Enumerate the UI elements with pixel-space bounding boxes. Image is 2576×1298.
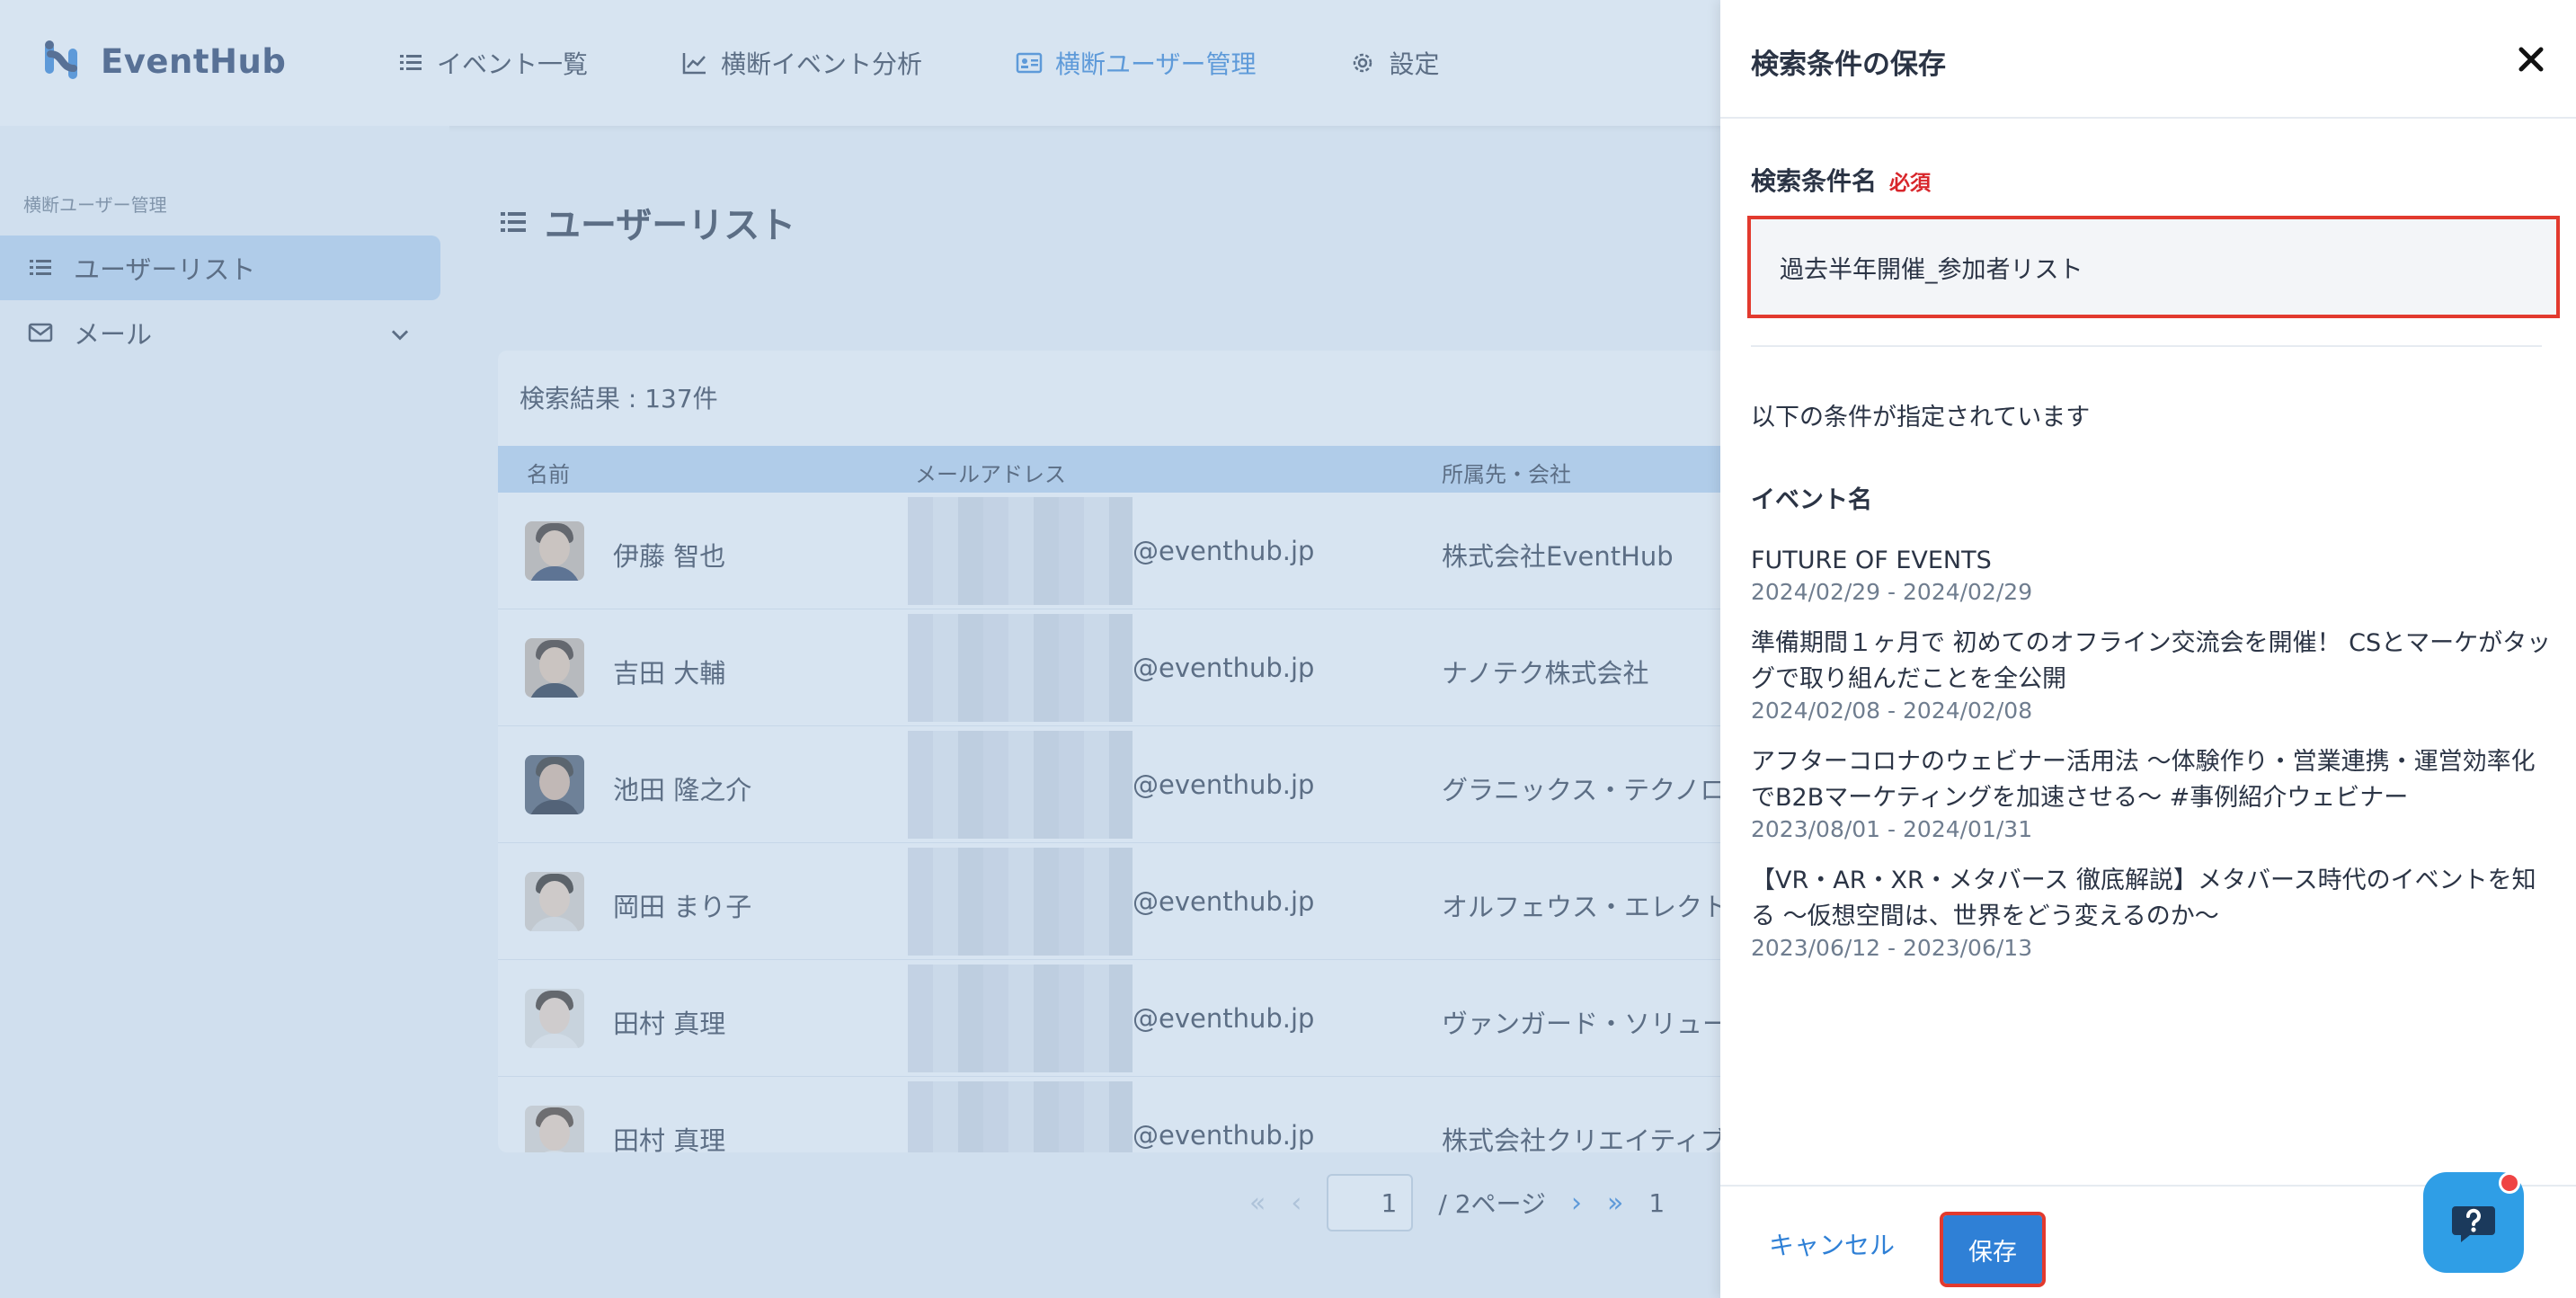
event-item-date: 2023/08/01 - 2024/01/31 [1751,816,2033,842]
event-name-heading: イベント名 [1751,486,1872,514]
event-item-date: 2024/02/08 - 2024/02/08 [1751,698,2033,724]
event-item-date: 2024/02/29 - 2024/02/29 [1751,579,2033,605]
event-item: 準備期間１ヶ月で 初めてのオフライン交流会を開催！ CSとマーケがタッグで取り組… [1751,626,2556,725]
event-item-name: 【VR・AR・XR・メタバース 徹底解説】メタバース時代のイベントを知る 〜仮想… [1751,867,2536,930]
close-icon[interactable] [2513,41,2549,77]
drawer-header-divider [1720,117,2576,119]
event-item: 【VR・AR・XR・メタバース 徹底解説】メタバース時代のイベントを知る 〜仮想… [1751,863,2556,962]
search-name-label: 検索条件名 必須 [1751,162,1931,198]
event-item: FUTURE OF EVENTS 2024/02/29 - 2024/02/29 [1751,543,2556,606]
conditions-description: 以下の条件が指定されています [1751,404,2091,431]
save-button[interactable]: 保存 [1940,1212,2046,1287]
field-divider [1751,345,2542,347]
event-item-name: アフターコロナのウェビナー活用法 〜体験作り・営業連携・運営効率化でB2Bマーケ… [1751,748,2536,812]
search-name-input[interactable] [1747,216,2560,318]
event-item-name: FUTURE OF EVENTS [1751,547,1992,574]
help-question-icon [2452,1206,2495,1242]
event-item-date: 2023/06/12 - 2023/06/13 [1751,935,2033,961]
event-item-name: 準備期間１ヶ月で 初めてのオフライン交流会を開催！ CSとマーケがタッグで取り組… [1751,629,2552,693]
notification-dot [2499,1172,2520,1194]
required-badge: 必須 [1889,172,1932,195]
event-item: アフターコロナのウェビナー活用法 〜体験作り・営業連携・運営効率化でB2Bマーケ… [1751,744,2556,843]
cancel-button[interactable]: キャンセル [1769,1226,1895,1262]
search-name-label-text: 検索条件名 [1751,166,1878,196]
drawer-title: 検索条件の保存 [1751,49,1946,81]
save-search-drawer: 検索条件の保存 検索条件名 必須 以下の条件が指定されています イベント名 FU… [1720,0,2576,1298]
